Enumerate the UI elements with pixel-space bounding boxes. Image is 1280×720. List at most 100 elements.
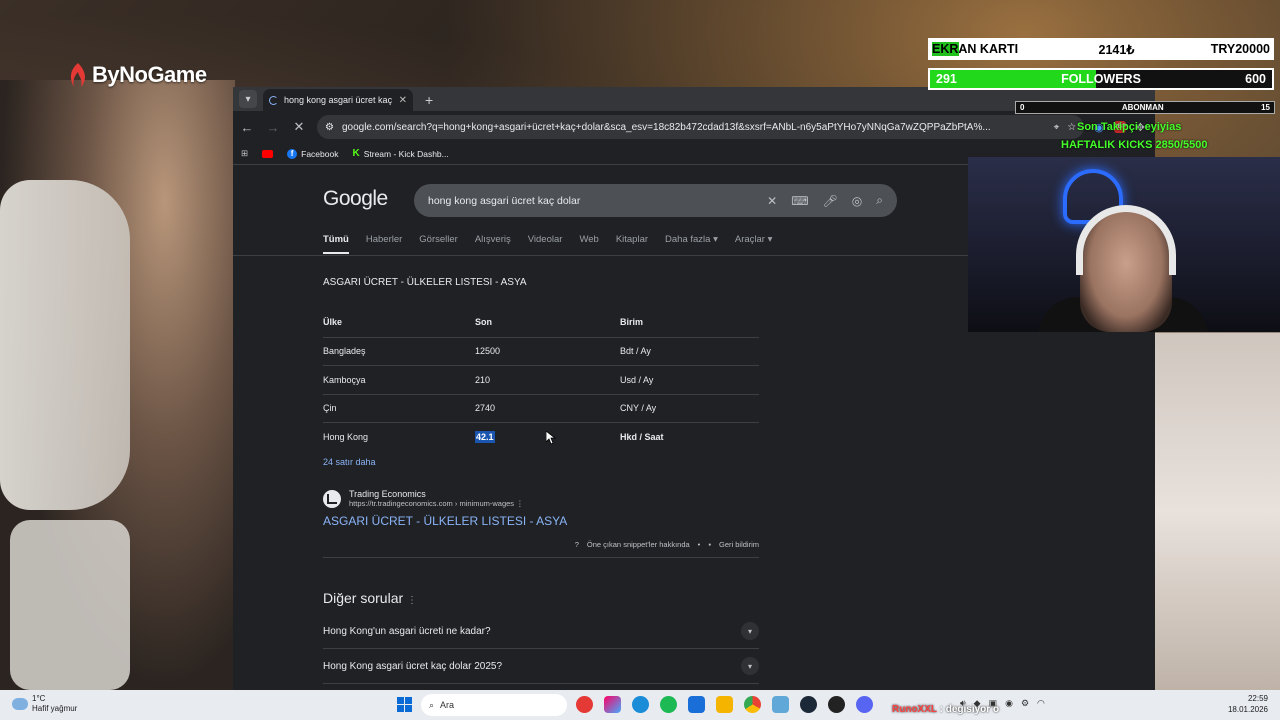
lens-camera-icon[interactable]: ◎ <box>852 194 862 208</box>
search-icon[interactable]: ⌕ <box>876 193 883 208</box>
store-icon[interactable] <box>688 696 705 713</box>
result-source[interactable]: Trading Economics https://tr.tradingecon… <box>323 489 759 508</box>
result-title-link[interactable]: ASGARI ÜCRET - ÜLKELER LISTESI - ASYA <box>323 514 759 528</box>
keyboard-icon[interactable]: ⌨ <box>791 194 808 208</box>
apps-grid-icon[interactable]: ⊞ <box>241 148 248 159</box>
browser-toolbar: ← → ✕ ⚙ google.com/search?q=hong+kong+as… <box>233 111 1155 143</box>
chat-overlay: RunoXXL : degisiyor o <box>892 704 999 715</box>
about-snippets-link[interactable]: Öne çıkan snippet'ler hakkında <box>587 540 690 549</box>
snippet-footer: ? Öne çıkan snippet'ler hakkında • ▪ Ger… <box>323 540 759 558</box>
table-cell: 12500 <box>475 337 620 366</box>
table-row: Bangladeş 12500 Bdt / Ay <box>323 337 759 366</box>
question-item[interactable]: Hong Kong asgari ücret kaç dolar 2025? ▾ <box>323 649 759 684</box>
browser-tab[interactable]: hong kong asgari ücret kaç dol ✕ <box>263 89 413 111</box>
address-bar[interactable]: ⚙ google.com/search?q=hong+kong+asgari+ü… <box>317 115 1085 139</box>
clear-search-icon[interactable]: ✕ <box>767 194 777 208</box>
back-button[interactable]: ← <box>239 120 255 135</box>
tab-news[interactable]: Haberler <box>366 234 402 254</box>
stop-loading-button[interactable]: ✕ <box>291 119 307 135</box>
youtube-bookmark-icon[interactable] <box>262 149 274 158</box>
search-input[interactable]: hong kong asgari ücret kaç dolar ✕ ⌨ 🎤︎ … <box>414 184 897 217</box>
wifi-icon[interactable]: ◠ <box>1037 698 1045 709</box>
microphone-icon[interactable]: 🎤︎ <box>823 194 838 208</box>
rain-cloud-icon <box>12 698 28 710</box>
forward-button[interactable]: → <box>265 120 281 135</box>
people-also-ask-title: Diğer sorular ⋮ <box>323 590 418 606</box>
location-icon[interactable]: ⌖ <box>1054 122 1060 133</box>
table-cell: Usd / Ay <box>620 365 759 395</box>
table-cell: Hkd / Saat <box>620 432 664 442</box>
google-logo[interactable]: Google <box>323 187 388 211</box>
tab-images[interactable]: Görseller <box>419 234 458 254</box>
tab-all[interactable]: Tümü <box>323 234 349 254</box>
app-icon[interactable] <box>828 696 845 713</box>
new-tab-button[interactable]: + <box>425 92 433 108</box>
snippet-title: ASGARI ÜCRET - ÜLKELER LISTESI - ASYA <box>323 277 527 288</box>
taskbar-search[interactable]: ⌕ Ara <box>421 694 567 716</box>
tab-title: hong kong asgari ücret kaç dol <box>284 95 393 105</box>
tab-books[interactable]: Kitaplar <box>616 234 648 254</box>
tray-app-icon[interactable]: ◉ <box>1005 698 1013 709</box>
weather-widget[interactable]: 1°C Hafif yağmur <box>12 694 77 714</box>
table-cell: Kamboçya <box>323 365 475 395</box>
chevron-down-icon[interactable]: ▾ <box>741 657 759 675</box>
time: 22:59 <box>1247 694 1268 703</box>
bookmark-kick-dashboard[interactable]: K Stream - Kick Dashb... <box>352 148 448 159</box>
bookmark-facebook[interactable]: f Facebook <box>287 148 338 159</box>
weather-desc: Hafif yağmur <box>32 704 78 713</box>
help-icon: ? <box>574 540 579 549</box>
column-header: Ülke <box>323 307 475 338</box>
table-cell: Bangladeş <box>323 337 475 366</box>
dot-separator: • <box>697 540 701 549</box>
table-cell: 210 <box>475 365 620 395</box>
edge-icon[interactable] <box>632 696 649 713</box>
feedback-link[interactable]: Geri bildirim <box>719 540 759 549</box>
table-row: Çin 2740 CNY / Ay <box>323 394 759 423</box>
subscriber-goal-bar: 0 ABONMAN 15 <box>1015 101 1275 114</box>
gpu-goal-bar: EKRAN KARTI 2141₺ TRY20000 <box>928 38 1274 60</box>
followers-count: 291 <box>936 72 957 86</box>
tab-videos[interactable]: Videolar <box>528 234 563 254</box>
channel-logo: ByNoGame <box>66 62 207 88</box>
source-url: https://tr.tradingeconomics.com › minimu… <box>349 499 524 508</box>
file-explorer-icon[interactable] <box>716 696 733 713</box>
chevron-down-icon[interactable]: ▾ <box>741 622 759 640</box>
kick-icon: K <box>352 148 360 159</box>
tab-tools[interactable]: Araçlar ▾ <box>735 234 773 254</box>
more-options-icon[interactable]: ⋮ <box>516 499 524 508</box>
settings-icon[interactable] <box>772 696 789 713</box>
table-cell: 2740 <box>475 394 620 423</box>
facebook-icon: f <box>287 148 298 159</box>
subscriber-label: ABONMAN <box>1121 103 1164 112</box>
streamer-webcam <box>968 157 1280 332</box>
tray-app-icon[interactable]: ⚙ <box>1021 698 1029 709</box>
clock[interactable]: 22:59 18.01.2026 <box>1228 693 1268 715</box>
tab-more[interactable]: Daha fazla ▾ <box>665 234 718 254</box>
chrome-icon[interactable] <box>744 696 761 713</box>
discord-icon[interactable] <box>856 696 873 713</box>
steam-icon[interactable] <box>800 696 817 713</box>
question-item[interactable]: Hong Kong'un asgari ücreti ne kadar? ▾ <box>323 614 759 649</box>
media-app-icon[interactable] <box>576 696 593 713</box>
tab-web[interactable]: Web <box>579 234 598 254</box>
windows-taskbar: 1°C Hafif yağmur ⌕ Ara 🔊︎ ◆ ▣ ◉ ⚙ ◠ 22:5… <box>0 690 1280 720</box>
tab-shopping[interactable]: Alışveriş <box>475 234 511 254</box>
source-name: Trading Economics <box>349 489 426 499</box>
more-options-icon[interactable]: ⋮ <box>407 595 417 606</box>
spotify-icon[interactable] <box>660 696 677 713</box>
table-cell: Çin <box>323 394 475 423</box>
gpu-goal-label: EKRAN KARTI <box>932 42 1023 56</box>
followers-goal: 600 <box>1245 72 1266 86</box>
copilot-icon[interactable] <box>604 696 621 713</box>
search-tabs: Tümü Haberler Görseller Alışveriş Videol… <box>323 234 772 254</box>
tab-search-button[interactable]: ▾ <box>239 90 257 108</box>
subscriber-count: 0 <box>1020 103 1025 112</box>
selected-value[interactable]: 42.1 <box>475 431 495 443</box>
site-info-icon[interactable]: ⚙ <box>325 122 334 133</box>
chat-message: : degisiyor o <box>939 704 1000 715</box>
bag <box>10 520 130 690</box>
more-rows-link[interactable]: 24 satır daha <box>323 457 759 479</box>
close-tab-icon[interactable]: ✕ <box>399 95 407 106</box>
start-button[interactable] <box>397 697 412 712</box>
bookmark-star-icon[interactable]: ☆ <box>1067 122 1076 133</box>
